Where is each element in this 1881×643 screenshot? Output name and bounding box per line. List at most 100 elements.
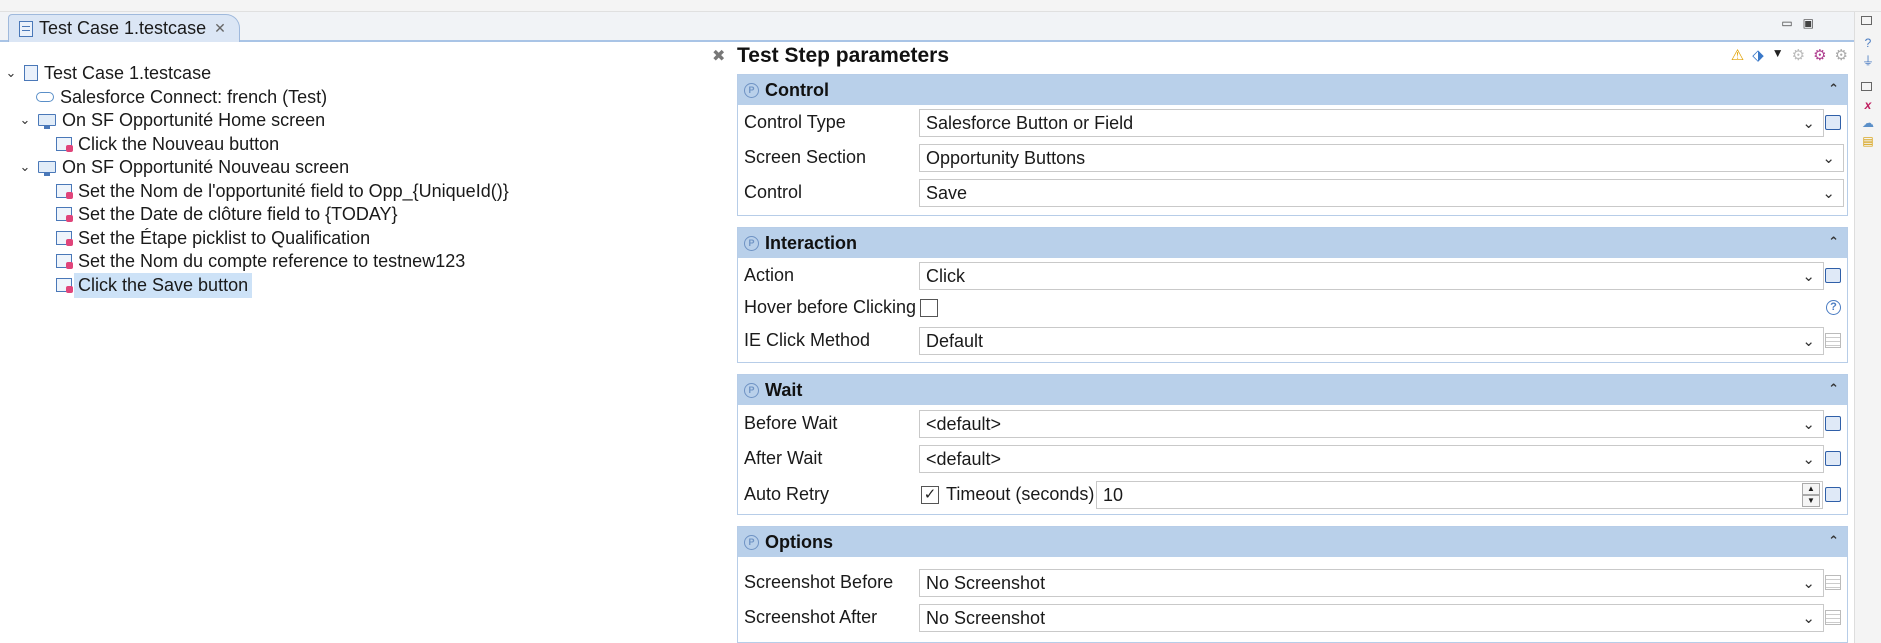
control-section-header[interactable]: P Control ⌃ <box>738 75 1847 105</box>
screenshot-before-select[interactable]: No Screenshot ⌄ <box>919 569 1824 597</box>
panel-toolbar: ⚠ ⬗ ▼ ⚙ ⚙ ⚙ <box>1731 46 1848 64</box>
options-section: P Options ⌃ Screenshot Before No Screens… <box>737 526 1848 643</box>
field-label: IE Click Method <box>744 330 871 350</box>
auto-retry-row: Auto Retry ✓ Timeout (seconds) 10 ▲ ▼ <box>738 480 1849 510</box>
before-wait-select[interactable]: <default> ⌄ <box>919 410 1824 438</box>
minimize-icon[interactable]: ▭ <box>1781 16 1792 30</box>
gear-colored-icon[interactable]: ⚙ <box>1813 46 1826 64</box>
hover-checkbox[interactable] <box>920 299 938 317</box>
dropdown-arrow-icon[interactable]: ▼ <box>1772 46 1784 64</box>
chevron-down-icon[interactable]: ⌄ <box>1802 574 1815 592</box>
chevron-down-icon[interactable]: ⌄ <box>4 65 18 81</box>
chevron-down-icon[interactable]: ⌄ <box>1802 332 1815 350</box>
wait-section: P Wait ⌃ Before Wait <default> ⌄ After W… <box>737 374 1848 515</box>
cloud-icon <box>36 92 54 102</box>
tree-item-label: Click the Nouveau button <box>78 133 280 154</box>
tree-item-home-screen[interactable]: ⌄ On SF Opportunité Home screen <box>18 107 326 133</box>
tag-icon[interactable]: ⬗ <box>1752 46 1764 64</box>
tree-item-label: Salesforce Connect: french (Test) <box>60 86 328 107</box>
collapse-all-icon[interactable]: ✖ <box>712 46 725 66</box>
hover-row: Hover before Clicking ? <box>738 293 1849 323</box>
interaction-section: P Interaction ⌃ Action Click ⌄ Hover bef… <box>737 227 1848 363</box>
field-label: Auto Retry <box>744 484 830 504</box>
select-value: Opportunity Buttons <box>926 147 1086 168</box>
select-value: Save <box>926 182 968 203</box>
section-title: Interaction <box>765 232 858 253</box>
field-label: Control Type <box>744 112 846 132</box>
grid-icon[interactable] <box>1825 610 1841 625</box>
wait-section-header[interactable]: P Wait ⌃ <box>738 375 1847 405</box>
tree-item-label: Test Case 1.testcase <box>44 62 212 83</box>
interaction-section-header[interactable]: P Interaction ⌃ <box>738 228 1847 258</box>
collapse-icon[interactable]: ⌃ <box>1828 234 1839 250</box>
options-section-header[interactable]: P Options ⌃ <box>738 527 1847 557</box>
collapse-icon[interactable]: ⌃ <box>1828 533 1839 549</box>
help-icon[interactable]: ? <box>1861 36 1875 50</box>
control-select[interactable]: Save ⌄ <box>919 179 1844 207</box>
after-wait-row: After Wait <default> ⌄ <box>738 444 1849 474</box>
variable-icon[interactable]: x <box>1861 98 1875 112</box>
plug-icon[interactable]: ⏚ <box>1861 54 1875 68</box>
test-step-parameters-panel: Test Step parameters ⚠ ⬗ ▼ ⚙ ⚙ ⚙ P Contr… <box>735 42 1854 643</box>
collapse-icon[interactable]: ⌃ <box>1828 81 1839 97</box>
chevron-down-icon[interactable]: ⌄ <box>1802 415 1815 433</box>
section-title: Wait <box>765 379 803 400</box>
after-wait-select[interactable]: <default> ⌄ <box>919 445 1824 473</box>
field-label: Screen Section <box>744 147 867 167</box>
tree-item-test-case[interactable]: ⌄ Test Case 1.testcase <box>4 60 212 86</box>
test-step-icon <box>56 278 73 293</box>
tree-item-nouveau-screen[interactable]: ⌄ On SF Opportunité Nouveau screen <box>18 154 350 180</box>
chevron-down-icon[interactable]: ⌄ <box>1802 609 1815 627</box>
timeout-label: Timeout (seconds) <box>946 484 1095 504</box>
control-type-select[interactable]: Salesforce Button or Field ⌄ <box>919 109 1824 137</box>
close-icon[interactable]: ✕ <box>214 20 226 37</box>
select-value: Default <box>926 330 984 351</box>
restore-icon[interactable] <box>1861 16 1872 25</box>
ie-click-method-row: IE Click Method Default ⌄ <box>738 326 1849 356</box>
tree-item-step[interactable]: Set the Nom du compte reference to testn… <box>56 248 465 274</box>
section-icon: P <box>744 235 759 251</box>
edit-action-icon[interactable] <box>1825 268 1841 283</box>
section-icon: P <box>744 82 759 98</box>
chevron-down-icon[interactable]: ⌄ <box>1802 450 1815 468</box>
timeout-spinner[interactable]: 10 ▲ ▼ <box>1096 481 1823 509</box>
tree-item-step[interactable]: Set the Date de clôture field to {TODAY} <box>56 201 398 227</box>
edit-control-icon[interactable] <box>1825 115 1841 130</box>
ie-click-method-select[interactable]: Default ⌄ <box>919 327 1824 355</box>
database-icon[interactable]: ▤ <box>1861 134 1875 148</box>
chevron-down-icon[interactable]: ⌄ <box>1822 184 1835 202</box>
auto-retry-checkbox[interactable]: ✓ <box>921 486 939 504</box>
screenshot-after-select[interactable]: No Screenshot ⌄ <box>919 604 1824 632</box>
tree-item-step-selected[interactable]: Click the Save button <box>56 272 253 298</box>
collapse-icon[interactable]: ⌃ <box>1828 381 1839 397</box>
action-select[interactable]: Click ⌄ <box>919 262 1824 290</box>
cloud-icon[interactable]: ☁ <box>1861 116 1875 130</box>
spin-up-icon[interactable]: ▲ <box>1802 483 1820 495</box>
edit-after-wait-icon[interactable] <box>1825 451 1841 466</box>
chevron-down-icon[interactable]: ⌄ <box>1802 267 1815 285</box>
help-icon[interactable]: ? <box>1826 300 1841 315</box>
grid-icon[interactable] <box>1825 575 1841 590</box>
screen-section-select[interactable]: Opportunity Buttons ⌄ <box>919 144 1844 172</box>
select-value: No Screenshot <box>926 607 1046 628</box>
edit-before-wait-icon[interactable] <box>1825 416 1841 431</box>
chevron-down-icon[interactable]: ⌄ <box>18 159 32 175</box>
gear-grey-icon[interactable]: ⚙ <box>1835 46 1848 64</box>
restore-icon[interactable] <box>1861 82 1872 91</box>
section-title: Options <box>765 531 833 552</box>
chevron-down-icon[interactable]: ⌄ <box>1822 149 1835 167</box>
grid-icon[interactable] <box>1825 333 1841 348</box>
spin-down-icon[interactable]: ▼ <box>1802 495 1820 507</box>
gear-disabled-icon[interactable]: ⚙ <box>1792 46 1805 64</box>
warning-icon[interactable]: ⚠ <box>1731 46 1744 64</box>
select-value: Salesforce Button or Field <box>926 112 1134 133</box>
tree-item-label: Set the Nom du compte reference to testn… <box>78 250 466 271</box>
test-step-icon <box>56 184 73 199</box>
chevron-down-icon[interactable]: ⌄ <box>18 112 32 128</box>
section-title: Control <box>765 79 829 100</box>
maximize-icon[interactable]: ▣ <box>1803 16 1814 30</box>
screen-section-row: Screen Section Opportunity Buttons ⌄ <box>738 143 1849 173</box>
edit-auto-retry-icon[interactable] <box>1825 487 1841 502</box>
chevron-down-icon[interactable]: ⌄ <box>1802 114 1815 132</box>
editor-tab-test-case[interactable]: Test Case 1.testcase ✕ <box>8 14 240 42</box>
